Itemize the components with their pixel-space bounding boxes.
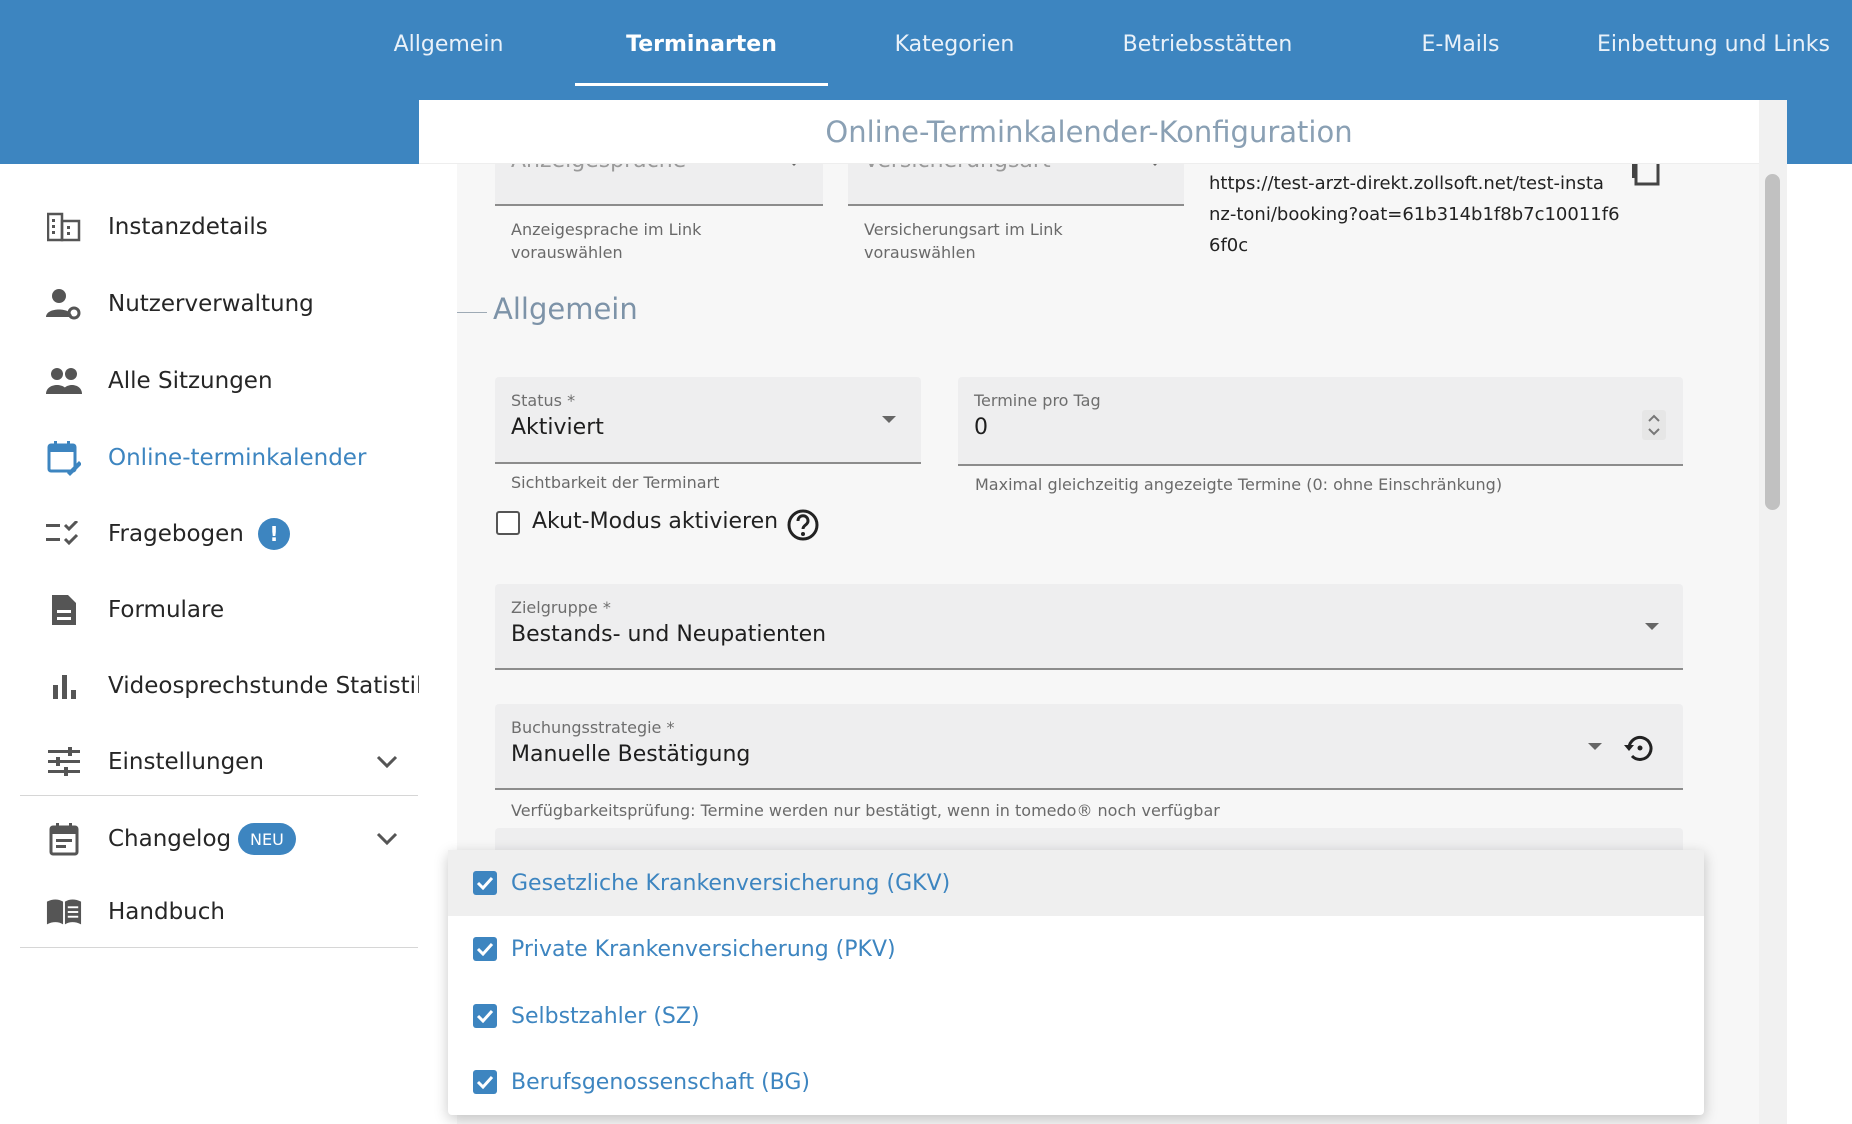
checkbox-checked-icon[interactable] bbox=[473, 1004, 497, 1028]
copy-icon[interactable] bbox=[1632, 164, 1664, 192]
option-gkv[interactable]: Gesetzliche Krankenversicherung (GKV) bbox=[448, 850, 1704, 916]
help-icon[interactable] bbox=[786, 508, 820, 546]
dropdown-arrow-icon bbox=[882, 416, 896, 423]
booking-link: https://test-arzt-direkt.zollsoft.net/te… bbox=[1209, 173, 1620, 256]
tab-e-mails[interactable]: E-Mails bbox=[1334, 0, 1587, 88]
buchungsstrategie-select[interactable]: Buchungsstrategie * Manuelle Bestätigung bbox=[495, 704, 1683, 790]
dialog-title: Online-Terminkalender-Konfiguration bbox=[419, 100, 1759, 164]
zielgruppe-select[interactable]: Zielgruppe * Bestands- und Neupatienten bbox=[495, 584, 1683, 670]
sidebar-item-instanzdetails[interactable]: Instanzdetails bbox=[20, 195, 418, 259]
dropdown-arrow-icon bbox=[1148, 164, 1162, 166]
scrollbar-thumb[interactable] bbox=[1765, 174, 1780, 510]
sidebar-item-label: Formulare bbox=[108, 597, 225, 623]
sidebar-item-label: Fragebogen bbox=[108, 521, 244, 547]
document-icon bbox=[46, 592, 82, 628]
tab-bar: Allgemein Terminarten Kategorien Betrieb… bbox=[322, 0, 1840, 88]
sidebar-item-alle-sitzungen[interactable]: Alle Sitzungen bbox=[20, 349, 418, 413]
sidebar-item-handbuch[interactable]: Handbuch bbox=[20, 880, 418, 944]
status-hint: Sichtbarkeit der Terminart bbox=[511, 473, 720, 492]
building-icon bbox=[46, 209, 82, 245]
checkbox-checked-icon[interactable] bbox=[473, 937, 497, 961]
dropdown-arrow-icon bbox=[787, 164, 801, 166]
sidebar-item-changelog[interactable]: Changelog NEU bbox=[20, 807, 418, 871]
checkbox-checked-icon[interactable] bbox=[473, 1070, 497, 1094]
insurance-select[interactable]: Versicherungsart bbox=[848, 164, 1184, 206]
sidebar-item-label: Online-terminkalender bbox=[108, 445, 367, 471]
option-bg[interactable]: Berufsgenossenschaft (BG) bbox=[448, 1049, 1704, 1115]
book-icon bbox=[46, 894, 82, 930]
checkbox-checked-icon[interactable] bbox=[473, 871, 497, 895]
sidebar: Instanzdetails Nutzerverwaltung Alle Sit… bbox=[0, 164, 429, 1124]
insurance-options-dropdown: Gesetzliche Krankenversicherung (GKV) Pr… bbox=[448, 850, 1704, 1115]
chevron-down-icon bbox=[376, 831, 400, 855]
option-sz[interactable]: Selbstzahler (SZ) bbox=[448, 983, 1704, 1049]
language-hint: Anzeigesprache im Link vorauswählen bbox=[511, 220, 702, 262]
alert-badge: ! bbox=[258, 518, 290, 550]
tune-icon bbox=[46, 744, 82, 780]
section-title-allgemein: Allgemein bbox=[493, 292, 638, 326]
sidebar-item-videosprechstunde-statistik[interactable]: Videosprechstunde Statistik bbox=[20, 654, 429, 718]
sidebar-item-fragebogen[interactable]: Fragebogen ! bbox=[20, 502, 418, 566]
dropdown-arrow-icon bbox=[1645, 623, 1659, 630]
sidebar-divider bbox=[20, 795, 418, 796]
new-badge: NEU bbox=[238, 823, 296, 855]
chevron-down-icon bbox=[376, 754, 400, 778]
checklist-icon bbox=[46, 516, 82, 552]
option-pkv[interactable]: Private Krankenversicherung (PKV) bbox=[448, 916, 1704, 982]
dropdown-arrow-icon bbox=[1588, 743, 1602, 750]
akut-modus-label: Akut-Modus aktivieren bbox=[532, 509, 779, 534]
bar-chart-icon bbox=[46, 668, 82, 704]
tab-kategorien[interactable]: Kategorien bbox=[828, 0, 1081, 88]
user-settings-icon bbox=[46, 286, 82, 322]
sidebar-item-label: Einstellungen bbox=[108, 749, 264, 775]
sidebar-item-formulare[interactable]: Formulare bbox=[20, 578, 418, 642]
sidebar-item-label: Alle Sitzungen bbox=[108, 368, 273, 394]
insurance-hint: Versicherungsart im Link vorauswählen bbox=[864, 220, 1063, 262]
number-stepper-icon[interactable] bbox=[1642, 410, 1666, 444]
sidebar-item-label: Handbuch bbox=[108, 899, 225, 925]
sidebar-item-nutzerverwaltung[interactable]: Nutzerverwaltung bbox=[20, 272, 418, 336]
sidebar-item-einstellungen[interactable]: Einstellungen bbox=[20, 730, 418, 794]
sidebar-item-label: Nutzerverwaltung bbox=[108, 291, 314, 317]
people-icon bbox=[46, 363, 82, 399]
sidebar-item-online-terminkalender[interactable]: Online-terminkalender bbox=[20, 426, 418, 490]
akut-modus-checkbox[interactable] bbox=[496, 511, 520, 535]
sidebar-item-label: Changelog bbox=[108, 826, 232, 852]
tab-allgemein[interactable]: Allgemein bbox=[322, 0, 575, 88]
tab-betriebsstaetten[interactable]: Betriebsstätten bbox=[1081, 0, 1334, 88]
tab-terminarten[interactable]: Terminarten bbox=[575, 0, 828, 88]
tab-einbettung-und-links[interactable]: Einbettung und Links bbox=[1587, 0, 1840, 88]
section-divider bbox=[457, 312, 487, 313]
sidebar-item-label: Videosprechstunde Statistik bbox=[108, 673, 430, 699]
termine-pro-tag-input[interactable]: Termine pro Tag 0 bbox=[958, 377, 1683, 466]
reset-history-icon[interactable] bbox=[1624, 734, 1654, 766]
language-select[interactable]: Anzeigesprache bbox=[495, 164, 823, 206]
buchungsstrategie-hint: Verfügbarkeitsprüfung: Termine werden nu… bbox=[511, 801, 1220, 820]
calendar-edit-icon bbox=[46, 440, 82, 476]
status-select[interactable]: Status * Aktiviert bbox=[495, 377, 921, 464]
calendar-icon bbox=[46, 821, 82, 857]
sidebar-divider bbox=[20, 947, 418, 948]
sidebar-item-label: Instanzdetails bbox=[108, 214, 268, 240]
termine-pro-tag-hint: Maximal gleichzeitig angezeigte Termine … bbox=[975, 475, 1503, 494]
